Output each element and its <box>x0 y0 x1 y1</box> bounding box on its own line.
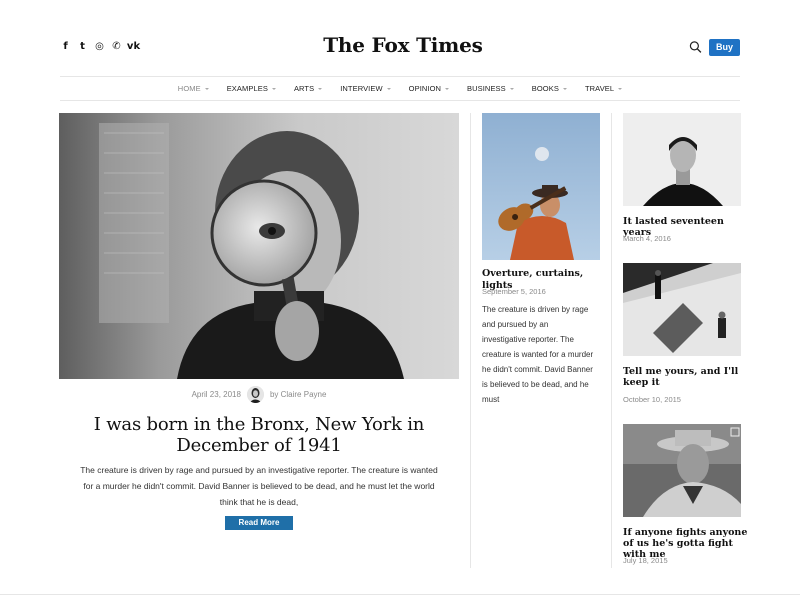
article-image[interactable] <box>482 113 600 260</box>
avatar[interactable] <box>246 386 264 403</box>
search-icon[interactable] <box>689 40 702 54</box>
site-logo[interactable]: The Fox Times <box>0 33 800 57</box>
chevron-down-icon <box>509 88 514 90</box>
chevron-down-icon <box>562 88 567 90</box>
article-image[interactable] <box>623 113 741 206</box>
nav-item-books[interactable]: BOOKS <box>532 84 567 93</box>
nav-item-interview[interactable]: INTERVIEW <box>340 84 391 93</box>
nav-item-opinion[interactable]: OPINION <box>408 84 450 93</box>
feature-author[interactable]: by Claire Payne <box>270 390 326 399</box>
nav-item-business[interactable]: BUSINESS <box>467 84 514 93</box>
article-date: October 10, 2015 <box>623 395 681 404</box>
article-image[interactable] <box>623 263 741 356</box>
article-date: July 18, 2015 <box>623 556 668 565</box>
chevron-down-icon <box>271 88 276 90</box>
site-header: f t ◎ ✆ vk The Fox Times Buy <box>0 0 800 76</box>
nav-item-travel[interactable]: TRAVEL <box>584 84 623 93</box>
article-title[interactable]: Tell me yours, and I'll keep it <box>623 366 753 388</box>
nav-item-home[interactable]: HOME <box>178 84 209 93</box>
nav-item-examples[interactable]: EXAMPLES <box>227 84 276 93</box>
nav-label: EXAMPLES <box>226 84 268 93</box>
nav-label: HOME <box>177 84 201 93</box>
nav-item-arts[interactable]: ARTS <box>293 84 323 93</box>
column-divider <box>611 113 612 568</box>
chevron-down-icon <box>445 88 450 90</box>
nav-label: OPINION <box>408 84 442 93</box>
chevron-down-icon <box>318 88 323 90</box>
feature-meta: April 23, 2018 by Claire Payne <box>59 386 459 403</box>
read-more-button[interactable]: Read More <box>225 516 293 530</box>
column-divider <box>470 113 471 568</box>
feature-image[interactable] <box>59 113 459 379</box>
feature-date: April 23, 2018 <box>191 390 241 399</box>
chevron-down-icon <box>204 88 209 90</box>
nav-label: ARTS <box>293 84 315 93</box>
chevron-down-icon <box>386 88 391 90</box>
article-excerpt: The creature is driven by rage and pursu… <box>482 305 594 404</box>
nav-label: INTERVIEW <box>340 84 383 93</box>
article-date: March 4, 2016 <box>623 234 671 243</box>
nav-label: BOOKS <box>531 84 559 93</box>
chevron-down-icon <box>618 88 623 90</box>
main-nav: HOME EXAMPLES ARTS INTERVIEW OPINION BUS… <box>60 76 740 101</box>
feature-title[interactable]: I was born in the Bronx, New York in Dec… <box>59 414 459 456</box>
article-image[interactable] <box>623 424 741 517</box>
article-date: September 5, 2016 <box>482 287 546 296</box>
page-bottom-divider <box>0 594 800 595</box>
feature-excerpt: The creature is driven by rage and pursu… <box>80 465 438 507</box>
buy-button[interactable]: Buy <box>709 39 740 56</box>
nav-label: TRAVEL <box>584 84 615 93</box>
nav-label: BUSINESS <box>467 84 506 93</box>
